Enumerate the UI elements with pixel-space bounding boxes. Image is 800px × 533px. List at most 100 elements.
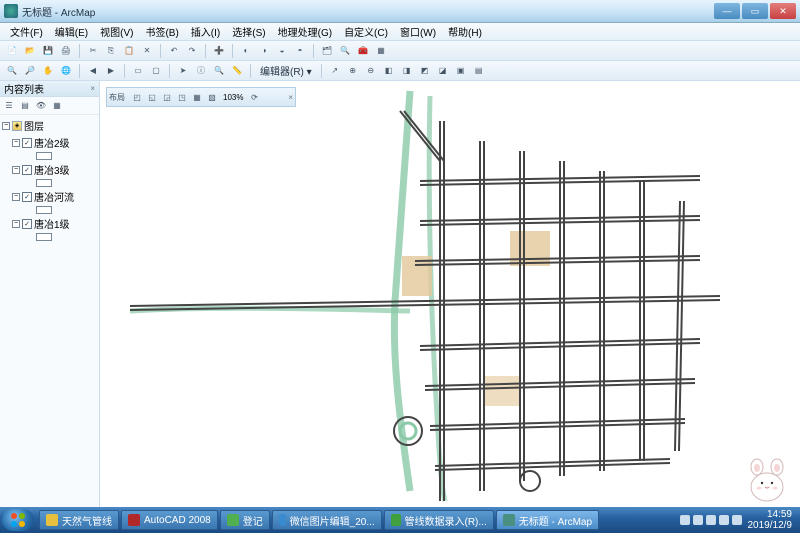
add-data-button[interactable]: ➕ [211, 43, 227, 59]
layout-refresh[interactable]: ⟳ [247, 90, 261, 104]
menu-view[interactable]: 视图(V) [94, 22, 139, 41]
expander-icon[interactable]: − [2, 122, 10, 130]
zoom-out-button[interactable]: 🔎 [22, 63, 38, 79]
pointer-button[interactable]: ➤ [175, 63, 191, 79]
minimize-button[interactable]: — [714, 3, 740, 19]
layout-btn-2[interactable]: ◱ [145, 90, 159, 104]
layer-item[interactable]: − ✓ 唐冶1级 [2, 215, 97, 232]
tray-icon[interactable] [693, 515, 703, 525]
taskbar-item[interactable]: 登记 [220, 510, 270, 530]
taskbar-item[interactable]: 天然气管线 [39, 510, 119, 530]
taskbar-item[interactable]: 无标题 - ArcMap [496, 510, 599, 530]
maximize-button[interactable]: ▭ [742, 3, 768, 19]
delete-button[interactable]: ✕ [139, 43, 155, 59]
edit-tool-8[interactable]: ▣ [453, 63, 469, 79]
layer-item[interactable]: − ✓ 唐冶河流 [2, 188, 97, 205]
expander-icon[interactable]: − [12, 193, 20, 201]
toc-list-by-drawing[interactable]: ☰ [2, 99, 16, 113]
expander-icon[interactable]: − [12, 139, 20, 147]
taskbar-item[interactable]: 管线数据录入(R)... [384, 510, 494, 530]
menu-help[interactable]: 帮助(H) [442, 22, 488, 41]
identify-button[interactable]: ⓘ [193, 63, 209, 79]
layer-item[interactable]: − ✓ 唐冶3级 [2, 161, 97, 178]
close-button[interactable]: ✕ [770, 3, 796, 19]
menu-edit[interactable]: 编辑(E) [49, 22, 94, 41]
full-extent-button[interactable]: 🌐 [58, 63, 74, 79]
new-button[interactable]: 📄 [4, 43, 20, 59]
select-button[interactable]: ▭ [130, 63, 146, 79]
taskbar-item[interactable]: AutoCAD 2008 [121, 510, 218, 530]
print-button[interactable]: 🖨 [58, 43, 74, 59]
edit-tool-5[interactable]: ◨ [399, 63, 415, 79]
desktop-mascot[interactable] [742, 455, 792, 505]
edit-tool-9[interactable]: ▤ [471, 63, 487, 79]
save-button[interactable]: 💾 [40, 43, 56, 59]
tool-a[interactable]: ◐ [238, 43, 254, 59]
layout-btn-3[interactable]: ◲ [160, 90, 174, 104]
tool-c[interactable]: ◒ [274, 43, 290, 59]
standard-toolbar: 📄 📂 💾 🖨 ✂ ⎘ 📋 ✕ ↶ ↷ ➕ ◐ ◑ ◒ ◓ 🗂 🔍 🧰 ▦ [0, 41, 800, 61]
zoom-in-button[interactable]: 🔍 [4, 63, 20, 79]
toc-list-by-source[interactable]: ▤ [18, 99, 32, 113]
layout-close-icon[interactable]: × [288, 93, 293, 102]
toc-close-icon[interactable]: × [90, 84, 95, 93]
cut-button[interactable]: ✂ [85, 43, 101, 59]
layer-label: 唐冶2级 [34, 135, 70, 150]
tray-icon[interactable] [680, 515, 690, 525]
toc-list-by-visibility[interactable]: 👁 [34, 99, 48, 113]
tool-d[interactable]: ◓ [292, 43, 308, 59]
tray-icon[interactable] [706, 515, 716, 525]
menu-selection[interactable]: 选择(S) [226, 22, 271, 41]
clock[interactable]: 14:59 2019/12/9 [748, 509, 793, 531]
zoom-level[interactable]: 103% [220, 93, 246, 102]
copy-button[interactable]: ⎘ [103, 43, 119, 59]
toc-list-by-selection[interactable]: ▦ [50, 99, 64, 113]
tool-b[interactable]: ◑ [256, 43, 272, 59]
edit-tool-6[interactable]: ◩ [417, 63, 433, 79]
python-button[interactable]: ▦ [373, 43, 389, 59]
layout-btn-6[interactable]: ▧ [205, 90, 219, 104]
tree-root[interactable]: − ◈ 图层 [2, 117, 97, 134]
taskbar-item[interactable]: 微信图片编辑_20... [272, 510, 382, 530]
tray-volume-icon[interactable] [732, 515, 742, 525]
menu-windows[interactable]: 窗口(W) [394, 22, 442, 41]
edit-tool-2[interactable]: ⊕ [345, 63, 361, 79]
zoom-next-button[interactable]: ▶ [103, 63, 119, 79]
edit-tool-4[interactable]: ◧ [381, 63, 397, 79]
edit-tool-3[interactable]: ⊖ [363, 63, 379, 79]
layer-item[interactable]: − ✓ 唐冶2级 [2, 134, 97, 151]
catalog-button[interactable]: 🗂 [319, 43, 335, 59]
layout-btn-1[interactable]: ◰ [130, 90, 144, 104]
toolbox-button[interactable]: 🧰 [355, 43, 371, 59]
clear-selection-button[interactable]: ▢ [148, 63, 164, 79]
open-button[interactable]: 📂 [22, 43, 38, 59]
edit-tool-7[interactable]: ◪ [435, 63, 451, 79]
layer-checkbox[interactable]: ✓ [22, 165, 32, 175]
layer-checkbox[interactable]: ✓ [22, 138, 32, 148]
map-canvas[interactable]: 布局 ◰ ◱ ◲ ◳ ▦ ▧ 103% ⟳ × [100, 81, 800, 513]
menu-bookmarks[interactable]: 书签(B) [139, 22, 184, 41]
editor-dropdown[interactable]: 编辑器(R) ▾ [256, 63, 316, 78]
paste-button[interactable]: 📋 [121, 43, 137, 59]
expander-icon[interactable]: − [12, 166, 20, 174]
undo-button[interactable]: ↶ [166, 43, 182, 59]
menu-geoprocessing[interactable]: 地理处理(G) [272, 22, 338, 41]
toc-title: 内容列表 [4, 81, 44, 96]
edit-tool-1[interactable]: ↗ [327, 63, 343, 79]
layout-btn-5[interactable]: ▦ [190, 90, 204, 104]
layout-btn-4[interactable]: ◳ [175, 90, 189, 104]
menu-file[interactable]: 文件(F) [4, 22, 49, 41]
menu-customize[interactable]: 自定义(C) [338, 22, 394, 41]
zoom-prev-button[interactable]: ◀ [85, 63, 101, 79]
tray-network-icon[interactable] [719, 515, 729, 525]
layer-checkbox[interactable]: ✓ [22, 192, 32, 202]
menu-insert[interactable]: 插入(I) [185, 22, 226, 41]
pan-button[interactable]: ✋ [40, 63, 56, 79]
start-button[interactable] [2, 509, 34, 531]
layer-checkbox[interactable]: ✓ [22, 219, 32, 229]
measure-button[interactable]: 📏 [229, 63, 245, 79]
expander-icon[interactable]: − [12, 220, 20, 228]
find-button[interactable]: 🔍 [211, 63, 227, 79]
search-button[interactable]: 🔍 [337, 43, 353, 59]
redo-button[interactable]: ↷ [184, 43, 200, 59]
